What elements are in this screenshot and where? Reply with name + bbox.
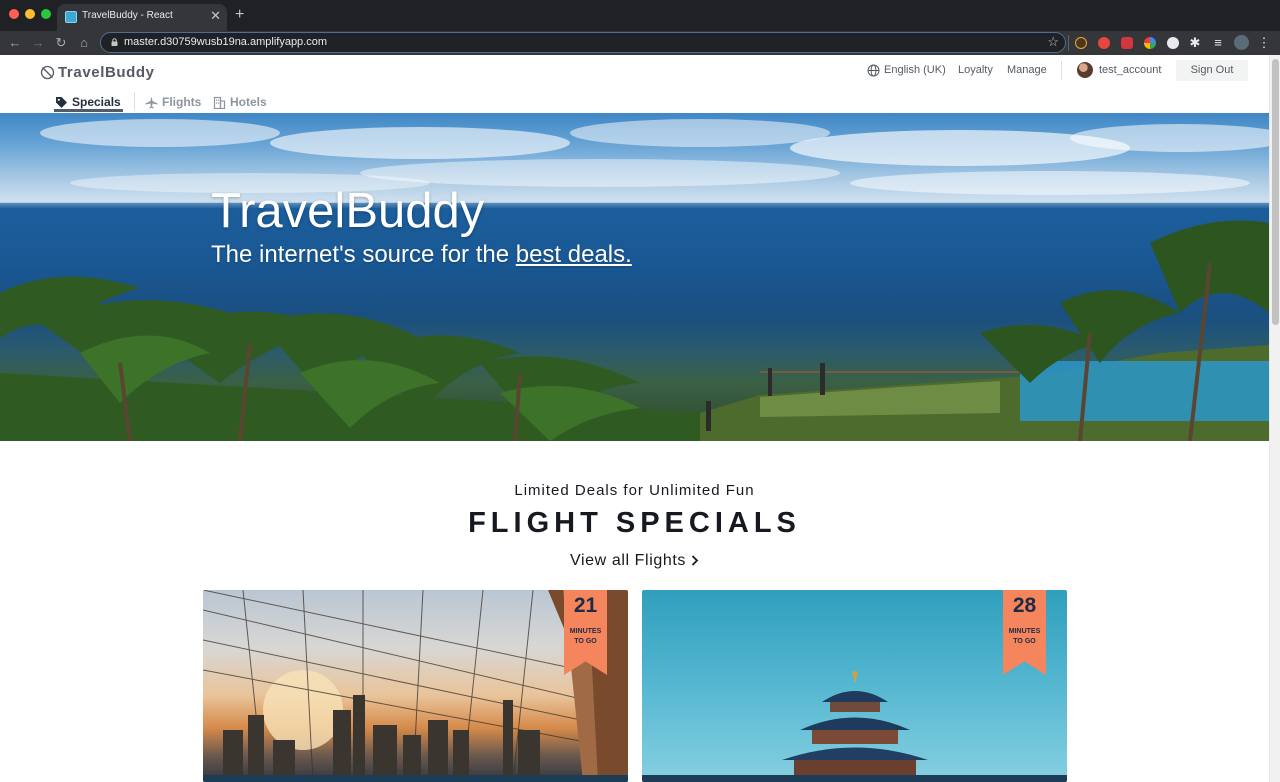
countdown-unit-line1: MINUTES (569, 628, 602, 635)
tab-flights-label: Flights (162, 95, 202, 109)
minimize-window-button[interactable] (25, 9, 35, 19)
countdown-minutes: 28 (1012, 594, 1037, 617)
amazon-extension-icon[interactable] (1075, 37, 1087, 49)
section-kicker: Limited Deals for Unlimited Fun (514, 482, 755, 499)
tag-icon (56, 96, 67, 108)
tab-hotels-label: Hotels (230, 95, 267, 109)
deal-card[interactable]: 28 MINUTES TO GO (642, 590, 1067, 782)
airplane-icon (145, 96, 158, 108)
building-icon (213, 96, 226, 109)
logo-text: TravelBuddy (58, 63, 155, 81)
chevron-right-icon (691, 555, 699, 566)
hero-banner: TravelBuddy The internet's source for th… (0, 113, 1269, 441)
countdown-unit: MINUTES TO GO (1003, 627, 1046, 647)
url-text: master.d30759wusb19na.amplifyapp.com (124, 36, 328, 48)
globe-slash-logo-icon (40, 65, 55, 79)
color-extension-icon[interactable] (1144, 37, 1156, 49)
close-window-button[interactable] (9, 9, 19, 19)
subnav-divider (134, 92, 135, 110)
header-divider (1061, 61, 1062, 80)
sign-out-button[interactable]: Sign Out (1176, 60, 1248, 81)
best-deals-link[interactable]: best deals. (516, 241, 632, 268)
reload-icon[interactable]: ↻ (52, 34, 70, 52)
browser-tab-strip: TravelBuddy - React ✕ + (0, 0, 1280, 31)
active-tab-indicator (54, 109, 123, 112)
reading-list-icon[interactable]: ≡ (1209, 34, 1227, 52)
adblock-extension-icon[interactable] (1098, 37, 1110, 49)
hero-subtitle: The internet's source for the best deals… (211, 241, 632, 269)
extensions-puzzle-icon[interactable]: ✱ (1186, 34, 1204, 52)
web-page: TravelBuddy English (UK) Loyalty Manage … (0, 55, 1269, 782)
section-title: FLIGHT SPECIALS (468, 507, 801, 539)
react-favicon-icon (65, 11, 77, 23)
video-extension-icon[interactable] (1121, 37, 1133, 49)
countdown-unit-line2: TO GO (574, 638, 597, 645)
toolbar-divider (1068, 35, 1069, 51)
back-icon[interactable]: ← (6, 34, 24, 52)
countdown-minutes: 21 (573, 594, 598, 617)
address-bar[interactable]: master.d30759wusb19na.amplifyapp.com ☆ (100, 32, 1066, 53)
bookmark-star-icon[interactable]: ☆ (1047, 34, 1059, 50)
view-all-flights-link[interactable]: View all Flights (0, 552, 1269, 570)
hero-ocean-palm-image (0, 119, 1269, 441)
countdown-unit-line2: TO GO (1013, 638, 1036, 645)
language-selector[interactable]: English (UK) (884, 64, 946, 76)
maximize-window-button[interactable] (41, 9, 51, 19)
tab-title: TravelBuddy - React (82, 10, 173, 21)
tab-hotels[interactable]: Hotels (213, 91, 267, 113)
more-menu-icon[interactable]: ⋮ (1255, 34, 1273, 52)
browser-toolbar: ← → ↻ ⌂ master.d30759wusb19na.amplifyapp… (0, 31, 1280, 55)
hero-subtitle-text: The internet's source for the (211, 241, 516, 268)
view-all-flights-label: View all Flights (569, 552, 686, 569)
user-avatar[interactable] (1077, 62, 1093, 78)
deal-card[interactable]: 21 MINUTES TO GO (203, 590, 628, 782)
lock-icon (111, 38, 118, 46)
page-scrollbar[interactable] (1269, 55, 1280, 782)
home-icon[interactable]: ⌂ (75, 34, 93, 52)
loyalty-link[interactable]: Loyalty (958, 64, 993, 76)
grammar-extension-icon[interactable] (1167, 37, 1179, 49)
tab-flights[interactable]: Flights (145, 91, 201, 113)
forward-icon[interactable]: → (29, 34, 47, 52)
username[interactable]: test_account (1099, 64, 1161, 76)
hero-title: TravelBuddy (211, 184, 485, 238)
logo[interactable]: TravelBuddy (40, 63, 155, 81)
profile-avatar-icon[interactable] (1234, 35, 1249, 50)
scrollbar-thumb[interactable] (1272, 59, 1279, 325)
countdown-unit: MINUTES TO GO (564, 627, 607, 647)
tab-specials-label: Specials (72, 95, 121, 109)
countdown-unit-line1: MINUTES (1008, 628, 1041, 635)
card-footer (203, 775, 628, 782)
card-footer (642, 775, 1067, 782)
browser-tab[interactable]: TravelBuddy - React ✕ (57, 4, 227, 31)
manage-link[interactable]: Manage (1007, 64, 1047, 76)
tab-close-icon[interactable]: ✕ (210, 7, 221, 25)
new-tab-icon[interactable]: + (235, 6, 244, 24)
globe-icon (867, 64, 880, 77)
